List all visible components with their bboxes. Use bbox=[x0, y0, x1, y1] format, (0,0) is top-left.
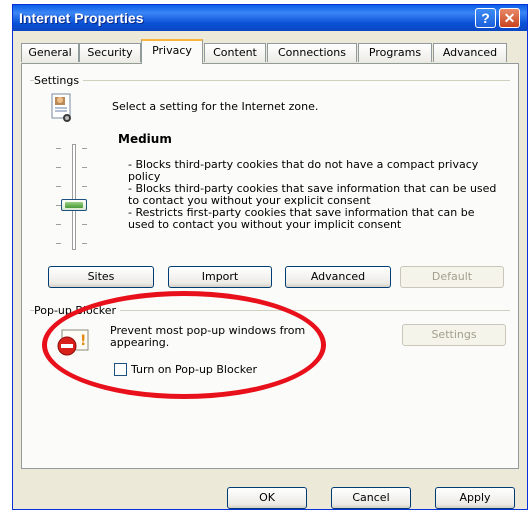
ok-button[interactable]: OK bbox=[227, 487, 307, 509]
description-line: - Restricts first-party cookies that sav… bbox=[128, 206, 475, 231]
popup-group-label: Pop-up Blocker bbox=[34, 304, 121, 317]
window-title: Internet Properties bbox=[19, 10, 144, 26]
slider-tick bbox=[56, 186, 61, 187]
internet-properties-window: Internet Properties ? ✕ General Security… bbox=[12, 4, 528, 510]
popup-blocker-checkbox-label[interactable]: Turn on Pop-up Blocker bbox=[131, 364, 257, 376]
slider-tick bbox=[56, 148, 61, 149]
help-button[interactable]: ? bbox=[475, 8, 496, 28]
svg-text:!: ! bbox=[80, 333, 86, 349]
settings-group-label: Settings bbox=[34, 74, 84, 87]
cancel-button[interactable]: Cancel bbox=[331, 487, 411, 509]
slider-tick bbox=[82, 148, 87, 149]
close-button[interactable]: ✕ bbox=[499, 8, 520, 28]
description-line: - Blocks third-party cookies that save i… bbox=[128, 182, 497, 207]
level-description: - Blocks third-party cookies that do not… bbox=[128, 159, 502, 231]
popup-blocker-checkbox[interactable] bbox=[114, 363, 127, 376]
tab-programs[interactable]: Programs bbox=[358, 43, 432, 62]
slider-tick bbox=[56, 167, 61, 168]
slider-tick bbox=[82, 243, 87, 244]
popup-settings-button[interactable]: Settings bbox=[402, 324, 506, 346]
tab-content[interactable]: Content bbox=[204, 43, 266, 62]
tab-connections[interactable]: Connections bbox=[267, 43, 357, 62]
sites-button[interactable]: Sites bbox=[48, 266, 154, 288]
slider-tick bbox=[56, 243, 61, 244]
settings-group-line bbox=[30, 80, 510, 81]
tab-privacy[interactable]: Privacy bbox=[141, 39, 203, 64]
privacy-level-label: Medium bbox=[118, 132, 172, 146]
popup-blocked-icon: ! bbox=[56, 328, 90, 361]
tab-general[interactable]: General bbox=[21, 43, 79, 62]
title-bar[interactable]: Internet Properties ? ✕ bbox=[13, 5, 527, 31]
slider-thumb[interactable] bbox=[61, 199, 87, 211]
tab-security[interactable]: Security bbox=[79, 43, 141, 62]
default-button[interactable]: Default bbox=[400, 266, 504, 288]
privacy-zone-icon bbox=[50, 92, 74, 127]
slider-tick bbox=[82, 167, 87, 168]
import-button[interactable]: Import bbox=[168, 266, 272, 288]
settings-intro-text: Select a setting for the Internet zone. bbox=[112, 100, 319, 113]
apply-button[interactable]: Apply bbox=[435, 487, 515, 509]
tab-advanced[interactable]: Advanced bbox=[433, 43, 507, 62]
slider-tick bbox=[82, 186, 87, 187]
slider-tick bbox=[82, 224, 87, 225]
advanced-button[interactable]: Advanced bbox=[285, 266, 391, 288]
slider-tick bbox=[56, 224, 61, 225]
popup-description: Prevent most pop-up windows from appeari… bbox=[110, 324, 306, 349]
slider-track[interactable] bbox=[72, 144, 76, 250]
description-line: - Blocks third-party cookies that do not… bbox=[128, 158, 479, 183]
privacy-panel: Settings Select a setting for the Intern… bbox=[21, 63, 519, 469]
